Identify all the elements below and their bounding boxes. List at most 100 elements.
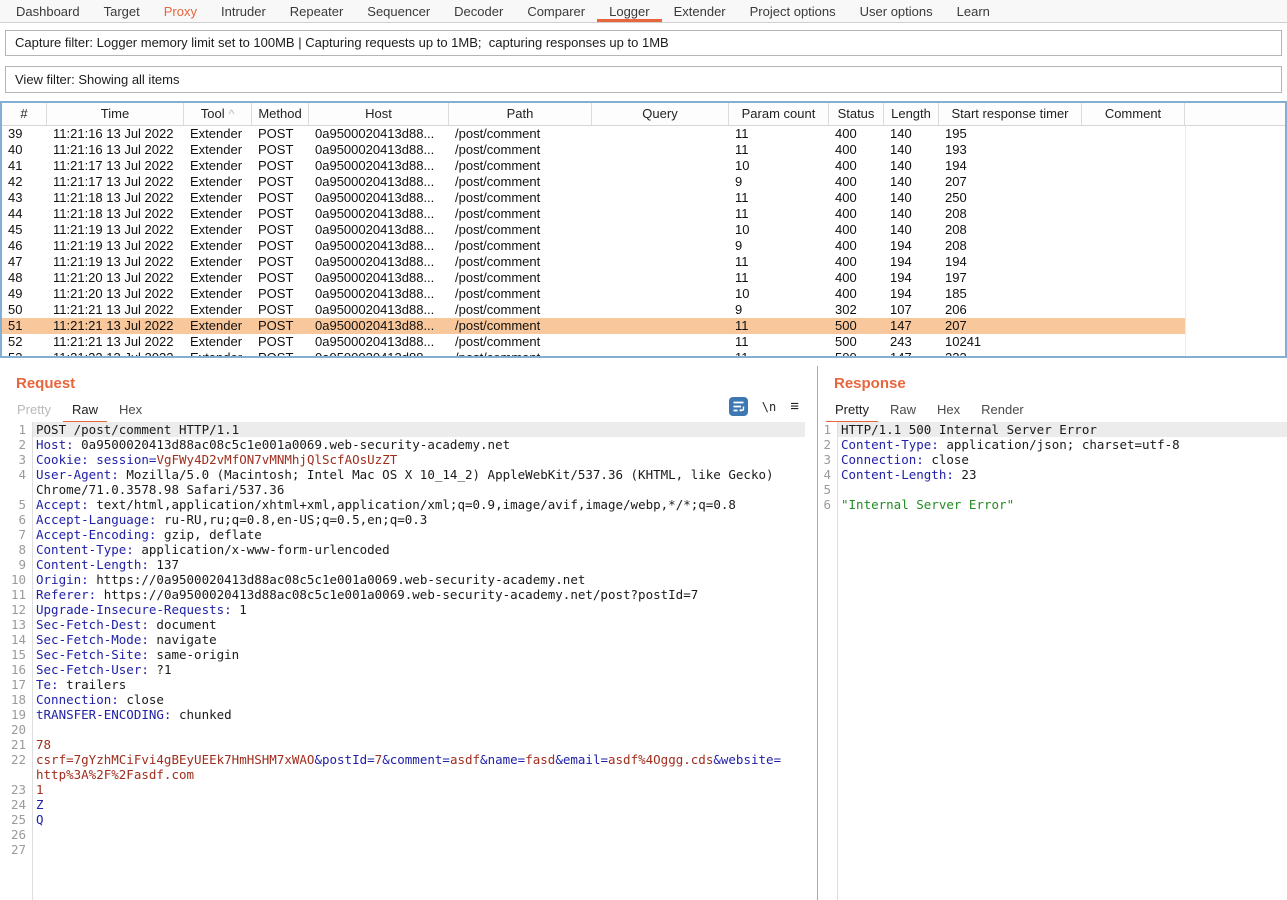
response-editor[interactable]: 1HTTP/1.1 500 Internal Server Error2Cont… — [818, 422, 1287, 900]
column-header-param-count[interactable]: Param count — [729, 103, 829, 125]
cell-param-count: 11 — [729, 126, 829, 142]
table-row-43[interactable]: 4311:21:18 13 Jul 2022ExtenderPOST0a9500… — [2, 190, 1185, 206]
request-tab-hex[interactable]: Hex — [110, 399, 151, 424]
cell-time: 11:21:18 13 Jul 2022 — [47, 206, 184, 222]
request-tab-pretty[interactable]: Pretty — [8, 399, 60, 424]
response-tab-render[interactable]: Render — [972, 399, 1033, 424]
menu-tab-decoder[interactable]: Decoder — [442, 0, 515, 22]
column-header-time[interactable]: Time — [47, 103, 184, 125]
column-header--[interactable]: # — [2, 103, 47, 125]
column-header-length[interactable]: Length — [884, 103, 939, 125]
line-number: 4 — [818, 467, 837, 482]
cell-tool: Extender — [184, 206, 252, 222]
column-header-status[interactable]: Status — [829, 103, 884, 125]
table-row-53[interactable]: 5311:21:22 13 Jul 2022ExtenderPOST0a9500… — [2, 350, 1185, 358]
cell-tool: Extender — [184, 254, 252, 270]
table-row-45[interactable]: 4511:21:19 13 Jul 2022ExtenderPOST0a9500… — [2, 222, 1185, 238]
cell-method: POST — [252, 302, 309, 318]
column-header-comment[interactable]: Comment — [1082, 103, 1185, 125]
line-number: 18 — [0, 692, 32, 707]
editor-line: 3Cookie: session=VgFWy4D2vMfON7vMNMhjQlS… — [0, 452, 805, 467]
menu-tab-repeater[interactable]: Repeater — [278, 0, 355, 22]
cell-length: 140 — [884, 158, 939, 174]
column-header-start-response-timer[interactable]: Start response timer — [939, 103, 1082, 125]
sort-ascending-icon: ^ — [229, 107, 235, 121]
newline-toggle-icon[interactable]: \n — [762, 400, 776, 414]
line-number: 5 — [818, 482, 837, 497]
menu-tab-comparer[interactable]: Comparer — [515, 0, 597, 22]
cell-query — [592, 238, 729, 254]
line-content — [32, 722, 805, 737]
menu-tab-proxy[interactable]: Proxy — [152, 0, 209, 22]
request-editor[interactable]: 1POST /post/comment HTTP/1.12Host: 0a950… — [0, 422, 805, 900]
menu-tab-intruder[interactable]: Intruder — [209, 0, 278, 22]
response-tab-raw[interactable]: Raw — [881, 399, 925, 424]
menu-tab-extender[interactable]: Extender — [662, 0, 738, 22]
line-content: Accept-Language: ru-RU,ru;q=0.8,en-US;q=… — [32, 512, 805, 527]
table-row-41[interactable]: 4111:21:17 13 Jul 2022ExtenderPOST0a9500… — [2, 158, 1185, 174]
cell-path: /post/comment — [449, 142, 592, 158]
wrap-toggle-icon[interactable] — [729, 397, 748, 416]
menu-tab-target[interactable]: Target — [92, 0, 152, 22]
editor-line: 10Origin: https://0a9500020413d88ac08c5c… — [0, 572, 805, 587]
response-title: Response — [834, 375, 1287, 392]
menu-tab-sequencer[interactable]: Sequencer — [355, 0, 442, 22]
cell-tool: Extender — [184, 350, 252, 358]
table-row-51[interactable]: 5111:21:21 13 Jul 2022ExtenderPOST0a9500… — [2, 318, 1185, 334]
table-row-46[interactable]: 4611:21:19 13 Jul 2022ExtenderPOST0a9500… — [2, 238, 1185, 254]
line-number — [0, 482, 32, 497]
line-content — [32, 842, 805, 857]
menu-tab-dashboard[interactable]: Dashboard — [4, 0, 92, 22]
editor-line: 26 — [0, 827, 805, 842]
table-row-50[interactable]: 5011:21:21 13 Jul 2022ExtenderPOST0a9500… — [2, 302, 1185, 318]
cell-path: /post/comment — [449, 334, 592, 350]
cell-query — [592, 222, 729, 238]
capture-filter-bar[interactable]: Capture filter: Logger memory limit set … — [5, 30, 1282, 56]
cell-start-response-timer: 208 — [939, 206, 1082, 222]
line-content: Origin: https://0a9500020413d88ac08c5c1e… — [32, 572, 805, 587]
menu-tab-logger[interactable]: Logger — [597, 0, 661, 22]
menu-tab-user-options[interactable]: User options — [848, 0, 945, 22]
response-tab-hex[interactable]: Hex — [928, 399, 969, 424]
cell-time: 11:21:20 13 Jul 2022 — [47, 286, 184, 302]
table-row-39[interactable]: 3911:21:16 13 Jul 2022ExtenderPOST0a9500… — [2, 126, 1185, 142]
line-number: 10 — [0, 572, 32, 587]
view-filter-bar[interactable]: View filter: Showing all items — [5, 66, 1282, 93]
column-header-query[interactable]: Query — [592, 103, 729, 125]
line-content: HTTP/1.1 500 Internal Server Error — [837, 422, 1287, 437]
cell-length: 140 — [884, 174, 939, 190]
cell-path: /post/comment — [449, 190, 592, 206]
cell-param-count: 11 — [729, 206, 829, 222]
line-number: 1 — [818, 422, 837, 437]
cell-path: /post/comment — [449, 158, 592, 174]
table-row-44[interactable]: 4411:21:18 13 Jul 2022ExtenderPOST0a9500… — [2, 206, 1185, 222]
line-content: Z — [32, 797, 805, 812]
cell-host: 0a9500020413d88... — [309, 334, 449, 350]
response-tab-pretty[interactable]: Pretty — [826, 399, 878, 424]
editor-menu-icon[interactable]: ≡ — [790, 399, 799, 414]
request-panel: Request PrettyRawHex \n ≡ 1POST /post/co… — [0, 366, 818, 900]
cell-length: 243 — [884, 334, 939, 350]
cell-query — [592, 206, 729, 222]
table-row-47[interactable]: 4711:21:19 13 Jul 2022ExtenderPOST0a9500… — [2, 254, 1185, 270]
table-row-40[interactable]: 4011:21:16 13 Jul 2022ExtenderPOST0a9500… — [2, 142, 1185, 158]
request-tab-raw[interactable]: Raw — [63, 399, 107, 424]
table-row-52[interactable]: 5211:21:21 13 Jul 2022ExtenderPOST0a9500… — [2, 334, 1185, 350]
table-row-48[interactable]: 4811:21:20 13 Jul 2022ExtenderPOST0a9500… — [2, 270, 1185, 286]
cell-start-response-timer: 194 — [939, 158, 1082, 174]
column-header-method[interactable]: Method — [252, 103, 309, 125]
editor-line: Chrome/71.0.3578.98 Safari/537.36 — [0, 482, 805, 497]
line-content: POST /post/comment HTTP/1.1 — [32, 422, 805, 437]
column-header-path[interactable]: Path — [449, 103, 592, 125]
menu-tab-learn[interactable]: Learn — [945, 0, 1002, 22]
menu-tab-project-options[interactable]: Project options — [738, 0, 848, 22]
editor-line: 231 — [0, 782, 805, 797]
column-header-tool[interactable]: Tool^ — [184, 103, 252, 125]
column-header-host[interactable]: Host — [309, 103, 449, 125]
table-row-42[interactable]: 4211:21:17 13 Jul 2022ExtenderPOST0a9500… — [2, 174, 1185, 190]
line-content: Accept: text/html,application/xhtml+xml,… — [32, 497, 805, 512]
cell-comment — [1082, 334, 1185, 350]
table-row-49[interactable]: 4911:21:20 13 Jul 2022ExtenderPOST0a9500… — [2, 286, 1185, 302]
cell-param-count: 10 — [729, 158, 829, 174]
cell-method: POST — [252, 334, 309, 350]
